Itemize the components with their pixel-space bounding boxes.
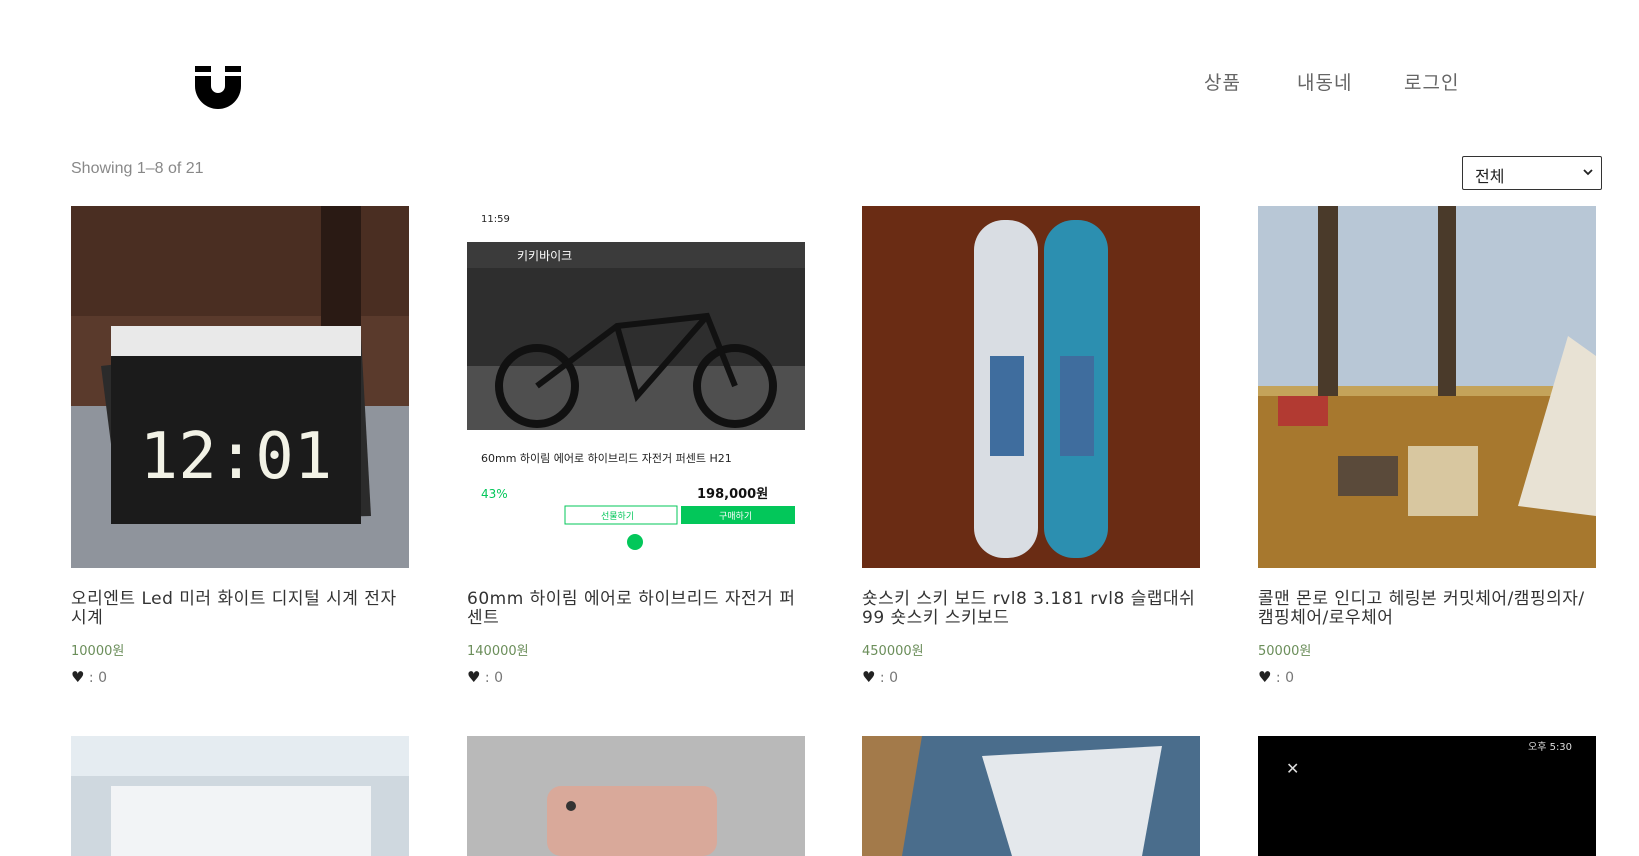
phone-status-time: 오후 5:30 <box>1528 741 1572 753</box>
product-card[interactable]: 오후 5:30 ✕ <box>1258 736 1596 856</box>
product-image[interactable] <box>71 736 409 856</box>
product-card[interactable] <box>71 736 409 856</box>
product-price: 50000원 <box>1258 644 1312 659</box>
product-image[interactable]: 11:59 키키바이크 60mm 하이림 에어로 하이브리드 자전거 퍼센트 H… <box>467 206 805 568</box>
bike-price: 198,000원 <box>697 487 768 502</box>
nav-item-login[interactable]: 로그인 <box>1404 68 1459 95</box>
product-card[interactable]: 숏스키 스키 보드 rvl8 3.181 rvl8 슬랩대쉬99 숏스키 스키보… <box>862 206 1200 696</box>
logo-icon[interactable] <box>193 62 243 110</box>
product-image[interactable] <box>862 206 1200 568</box>
product-image[interactable] <box>467 736 805 856</box>
bike-shop-name: 키키바이크 <box>517 249 572 263</box>
ski-boards-photo <box>862 206 1200 568</box>
product-likes: ♥ : 0 <box>467 668 503 686</box>
bicycle-screenshot: 11:59 키키바이크 60mm 하이림 에어로 하이브리드 자전거 퍼센트 H… <box>467 206 805 568</box>
bike-buy-button: 구매하기 <box>719 511 752 522</box>
bike-status-time: 11:59 <box>481 214 510 225</box>
product-title[interactable]: 오리엔트 Led 미러 화이트 디지털 시계 전자시계 <box>71 590 409 628</box>
product-price: 450000원 <box>862 644 924 659</box>
close-icon: ✕ <box>1286 759 1299 778</box>
likes-count: : 0 <box>1275 670 1294 686</box>
product-card[interactable] <box>467 736 805 856</box>
heart-icon: ♥ <box>1258 668 1272 686</box>
bike-product-title: 60mm 하이림 에어로 하이브리드 자전거 퍼센트 H21 <box>481 451 732 465</box>
product-image[interactable] <box>1258 206 1596 568</box>
product-card[interactable]: 12:01 오리엔트 Led 미러 화이트 디지털 시계 전자시계 10000원… <box>71 206 409 696</box>
bike-discount: 43% <box>481 487 508 501</box>
likes-count: : 0 <box>484 670 503 686</box>
product-image[interactable]: 12:01 <box>71 206 409 568</box>
product-likes: ♥ : 0 <box>71 668 107 686</box>
category-select[interactable]: 전체 <box>1462 156 1602 190</box>
product-title[interactable]: 60mm 하이림 에어로 하이브리드 자전거 퍼센트 <box>467 590 805 628</box>
product-card[interactable]: 11:59 키키바이크 60mm 하이림 에어로 하이브리드 자전거 퍼센트 H… <box>467 206 805 696</box>
nav-item-neighborhood[interactable]: 내동네 <box>1297 68 1352 95</box>
likes-count: : 0 <box>879 670 898 686</box>
product-likes: ♥ : 0 <box>862 668 898 686</box>
product-likes: ♥ : 0 <box>1258 668 1294 686</box>
product-card[interactable]: 콜맨 몬로 인디고 헤링본 커밋체어/캠핑의자/캠핑체어/로우체어 50000원… <box>1258 206 1596 696</box>
category-select-value: 전체 <box>1475 167 1505 186</box>
product-title[interactable]: 콜맨 몬로 인디고 헤링본 커밋체어/캠핑의자/캠핑체어/로우체어 <box>1258 590 1596 628</box>
product-card[interactable] <box>862 736 1200 856</box>
product-image[interactable] <box>862 736 1200 856</box>
digital-clock-photo: 12:01 <box>71 206 409 568</box>
heart-icon: ♥ <box>862 668 876 686</box>
nav-item-products[interactable]: 상품 <box>1204 68 1241 95</box>
site-header: 상품 내동네 로그인 <box>0 0 1639 140</box>
product-image[interactable]: 오후 5:30 ✕ <box>1258 736 1596 856</box>
chevron-down-icon <box>1583 169 1593 176</box>
clock-display-text: 12:01 <box>140 420 333 494</box>
bike-gift-button: 선물하기 <box>601 511 634 522</box>
camping-chair-photo <box>1258 206 1596 568</box>
result-count: Showing 1–8 of 21 <box>71 160 204 177</box>
likes-count: : 0 <box>88 670 107 686</box>
product-price: 140000원 <box>467 644 529 659</box>
product-price: 10000원 <box>71 644 125 659</box>
heart-icon: ♥ <box>467 668 481 686</box>
heart-icon: ♥ <box>71 668 85 686</box>
product-title[interactable]: 숏스키 스키 보드 rvl8 3.181 rvl8 슬랩대쉬99 숏스키 스키보… <box>862 590 1200 628</box>
